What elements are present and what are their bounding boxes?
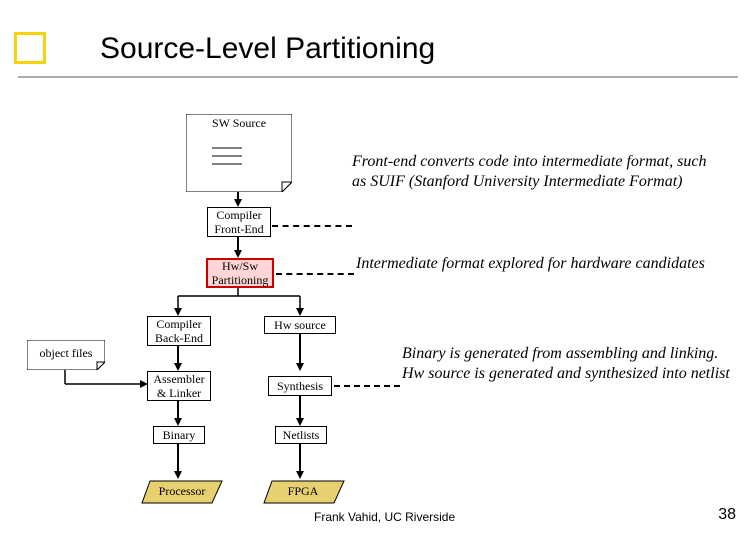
arrow-head-icon xyxy=(296,471,304,479)
split-connector xyxy=(150,288,350,318)
arrow xyxy=(299,396,301,419)
title-bullet-icon xyxy=(14,32,46,64)
dashed-leader xyxy=(334,385,400,387)
arrow-head-icon xyxy=(174,363,182,371)
binary-box: Binary xyxy=(153,426,205,444)
synthesis-label: Synthesis xyxy=(277,379,323,393)
compiler-be-label: Compiler Back-End xyxy=(152,317,206,346)
arrow xyxy=(177,346,179,364)
arrow xyxy=(177,401,179,419)
arrow xyxy=(299,334,301,364)
hwsw-partitioning-box: Hw/Sw Partitioning xyxy=(206,258,274,288)
netlists-box: Netlists xyxy=(275,426,327,444)
annotation-frontend: Front-end converts code into intermediat… xyxy=(352,152,712,192)
arrow xyxy=(177,444,179,472)
arrow-head-icon xyxy=(296,363,304,371)
annotation-intermediate: Intermediate format explored for hardwar… xyxy=(356,254,736,274)
arrow-head-icon xyxy=(174,418,182,426)
dashed-leader xyxy=(276,273,354,275)
arrow-head-icon xyxy=(234,199,242,207)
arrow xyxy=(237,237,239,251)
binary-label: Binary xyxy=(163,428,196,442)
footer-author: Frank Vahid, UC Riverside xyxy=(314,510,455,524)
assembler-linker-box: Assembler & Linker xyxy=(147,371,211,401)
sw-source-doc: SW Source xyxy=(186,114,292,192)
compiler-fe-label: Compiler Front-End xyxy=(212,208,266,237)
page-number: 38 xyxy=(718,506,736,524)
object-files-label: object files xyxy=(27,346,105,361)
processor-label: Processor xyxy=(152,484,212,499)
object-files-doc: object files xyxy=(27,340,105,370)
fpga-label: FPGA xyxy=(278,484,328,499)
dashed-leader xyxy=(272,225,352,227)
hwsw-part-label: Hw/Sw Partitioning xyxy=(212,259,269,288)
objfiles-arrow xyxy=(60,370,150,390)
arrow-head-icon xyxy=(234,250,242,258)
page-title: Source-Level Partitioning xyxy=(100,32,435,66)
arrow xyxy=(299,444,301,472)
asm-link-label: Assembler & Linker xyxy=(152,372,206,401)
compiler-front-end-box: Compiler Front-End xyxy=(207,207,271,237)
netlists-label: Netlists xyxy=(283,428,320,442)
sw-source-label: SW Source xyxy=(186,116,292,131)
arrow-head-icon xyxy=(296,418,304,426)
hw-source-box: Hw source xyxy=(264,316,336,334)
compiler-back-end-box: Compiler Back-End xyxy=(147,316,211,346)
synthesis-box: Synthesis xyxy=(268,376,332,396)
annotation-binary: Binary is generated from assembling and … xyxy=(402,344,732,384)
hw-source-label: Hw source xyxy=(274,318,326,332)
arrow-head-icon xyxy=(174,471,182,479)
